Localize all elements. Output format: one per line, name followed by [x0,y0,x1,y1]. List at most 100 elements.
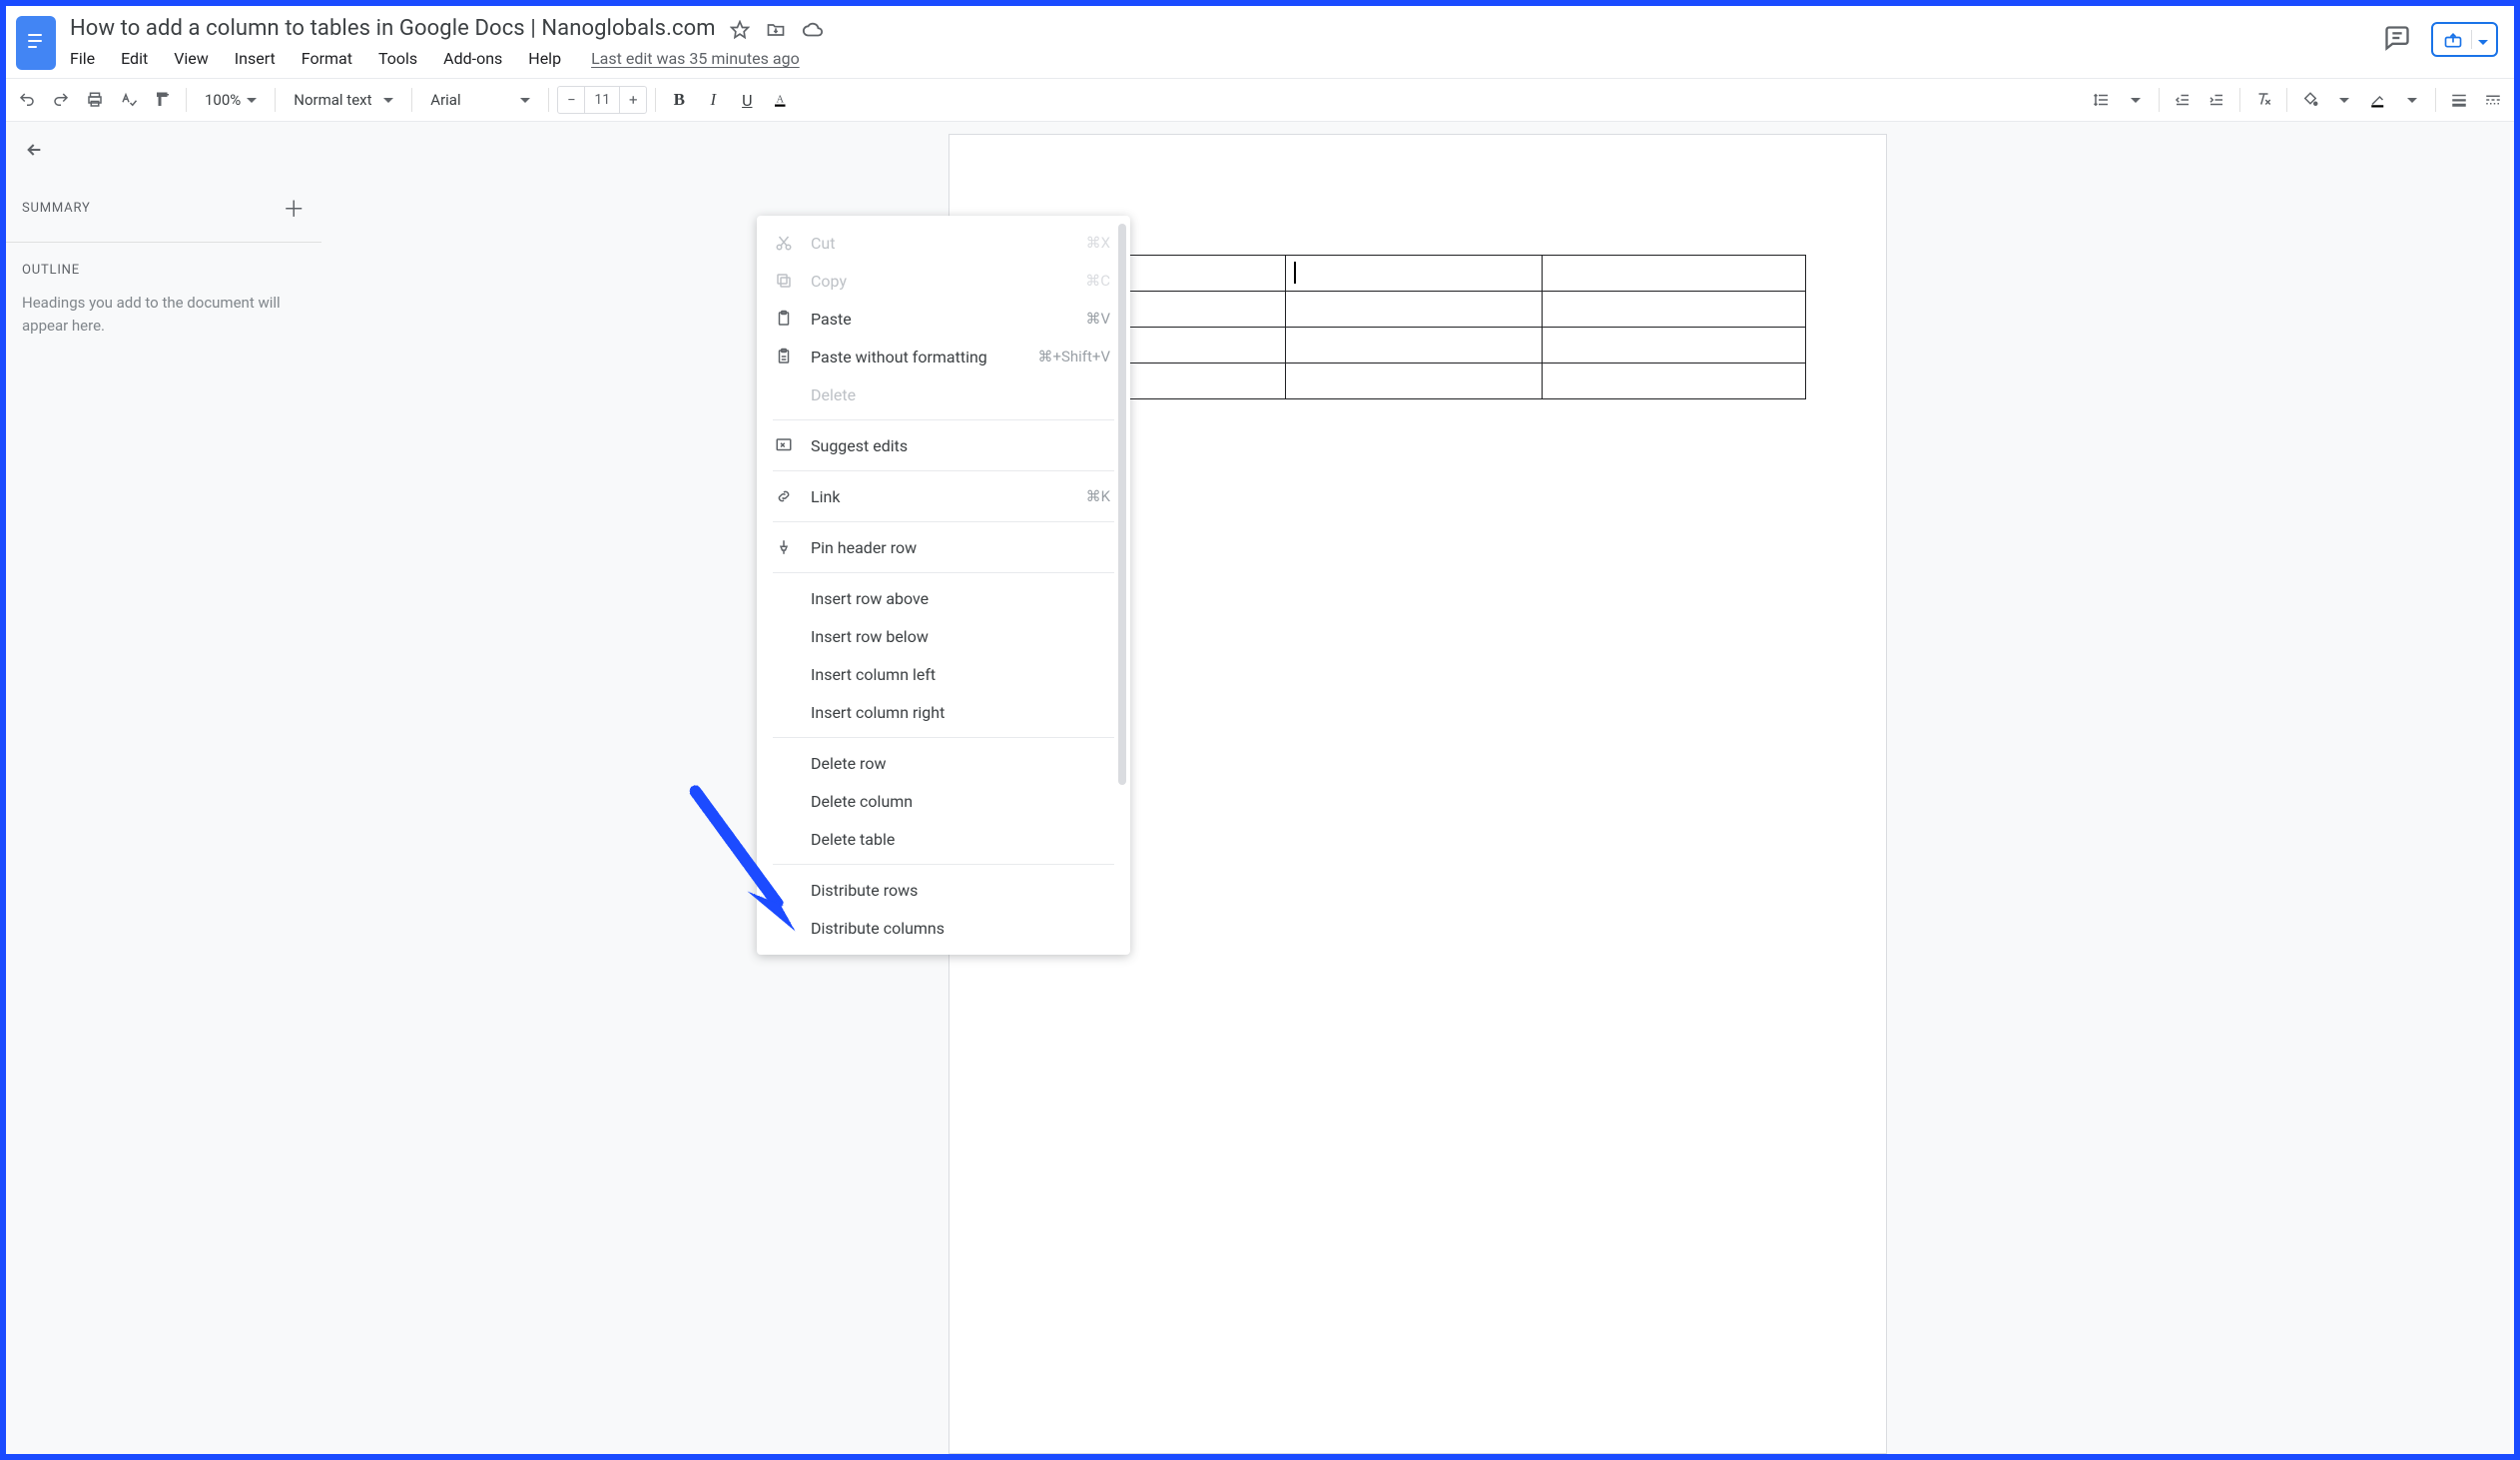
blank-icon [775,664,801,684]
menu-view[interactable]: View [170,47,213,70]
font-size-stepper: − 11 + [557,86,647,114]
line-spacing-button[interactable] [2087,85,2117,115]
outline-empty-text: Headings you add to the document will ap… [22,286,306,337]
ctx-insert-col-left[interactable]: Insert column left [757,655,1130,693]
cloud-status-icon[interactable] [802,20,822,40]
table-cell[interactable] [1286,328,1542,364]
blank-icon [775,829,801,849]
decrease-indent-button[interactable] [2168,85,2198,115]
line-spacing-caret[interactable] [2121,85,2151,115]
pin-icon [775,537,801,557]
fill-color-caret[interactable] [2329,85,2359,115]
ctx-delete-column[interactable]: Delete column [757,782,1130,820]
zoom-value: 100% [205,91,241,109]
menu-help[interactable]: Help [524,47,565,70]
doc-title[interactable]: How to add a column to tables in Google … [66,14,720,43]
table-cell[interactable] [1286,256,1542,292]
font-size-value[interactable]: 11 [584,87,620,113]
menu-bar: File Edit View Insert Format Tools Add-o… [64,43,2383,78]
menu-tools[interactable]: Tools [374,47,421,70]
menu-format[interactable]: Format [298,47,356,70]
ctx-paste-plain[interactable]: Paste without formatting ⌘+Shift+V [757,338,1130,375]
star-icon[interactable] [730,20,750,40]
table-cell[interactable] [1542,364,1805,399]
ctx-delete-table[interactable]: Delete table [757,820,1130,858]
table-row[interactable] [1030,328,1806,364]
border-style-button[interactable] [2478,85,2508,115]
table-row[interactable] [1030,364,1806,399]
text-color-button[interactable]: A [766,85,796,115]
outline-collapse-button[interactable] [22,140,306,164]
menu-addons[interactable]: Add-ons [439,47,506,70]
open-comments-icon[interactable] [2383,24,2411,56]
increase-font-size-button[interactable]: + [620,87,646,113]
border-color-button[interactable] [2363,85,2393,115]
context-menu-scrollbar[interactable] [1118,224,1126,785]
ctx-row-below-label: Insert row below [811,627,1110,646]
ctx-pin-header-row[interactable]: Pin header row [757,528,1130,566]
print-button[interactable] [80,85,110,115]
font-family-select[interactable]: Arial [420,87,540,113]
fill-color-button[interactable] [2295,85,2325,115]
table-cell[interactable] [1286,364,1542,399]
paragraph-style-select[interactable]: Normal text [284,87,403,113]
ctx-paste[interactable]: Paste ⌘V [757,300,1130,338]
chevron-down-icon [383,98,393,103]
document-table[interactable] [1029,255,1806,399]
menu-file[interactable]: File [66,47,99,70]
decrease-font-size-button[interactable]: − [558,87,584,113]
ctx-row-above-label: Insert row above [811,589,1110,608]
menu-edit[interactable]: Edit [117,47,152,70]
docs-home-icon[interactable] [16,16,56,70]
menu-insert[interactable]: Insert [231,47,280,70]
border-color-caret[interactable] [2397,85,2427,115]
table-cell[interactable] [1542,328,1805,364]
underline-button[interactable]: U [732,85,762,115]
toolbar-divider [2286,88,2287,112]
redo-button[interactable] [46,85,76,115]
clear-formatting-button[interactable] [2248,85,2278,115]
ctx-col-left-label: Insert column left [811,665,1110,684]
toolbar-divider [186,88,187,112]
italic-button[interactable]: I [698,85,728,115]
ctx-cut-shortcut: ⌘X [1086,234,1110,252]
chevron-down-icon [247,98,257,103]
ctx-cut-label: Cut [811,234,1086,253]
ctx-delete-row[interactable]: Delete row [757,744,1130,782]
ctx-dist-cols-label: Distribute columns [811,919,1110,938]
ctx-insert-col-right[interactable]: Insert column right [757,693,1130,731]
zoom-select[interactable]: 100% [195,87,267,113]
table-row[interactable] [1030,256,1806,292]
bold-button[interactable]: B [664,85,694,115]
ctx-distribute-columns[interactable]: Distribute columns [757,909,1130,947]
toolbar-divider [411,88,412,112]
paint-format-button[interactable] [148,85,178,115]
table-cell[interactable] [1286,292,1542,328]
ctx-distribute-rows[interactable]: Distribute rows [757,871,1130,909]
svg-text:A: A [777,94,785,105]
move-folder-icon[interactable] [766,20,786,40]
spellcheck-button[interactable] [114,85,144,115]
paste-plain-icon [775,347,801,366]
ctx-link-label: Link [811,487,1086,506]
ctx-suggest-edits[interactable]: Suggest edits [757,426,1130,464]
undo-button[interactable] [12,85,42,115]
ctx-insert-row-below[interactable]: Insert row below [757,617,1130,655]
ctx-link[interactable]: Link ⌘K [757,477,1130,515]
table-row[interactable] [1030,292,1806,328]
share-button[interactable] [2431,22,2498,57]
blank-icon [775,753,801,773]
increase-indent-button[interactable] [2202,85,2231,115]
add-summary-button[interactable]: ＋ [283,192,306,224]
document-canvas[interactable] [321,122,2514,1454]
share-dropdown-caret[interactable] [2471,30,2488,49]
table-cell[interactable] [1542,292,1805,328]
last-edit-link[interactable]: Last edit was 35 minutes ago [591,49,800,68]
toolbar-divider [2159,88,2160,112]
ctx-insert-row-above[interactable]: Insert row above [757,579,1130,617]
ctx-copy: Copy ⌘C [757,262,1130,300]
table-cell[interactable] [1542,256,1805,292]
ctx-paste-label: Paste [811,310,1085,329]
blank-icon [775,384,801,404]
border-width-button[interactable] [2444,85,2474,115]
